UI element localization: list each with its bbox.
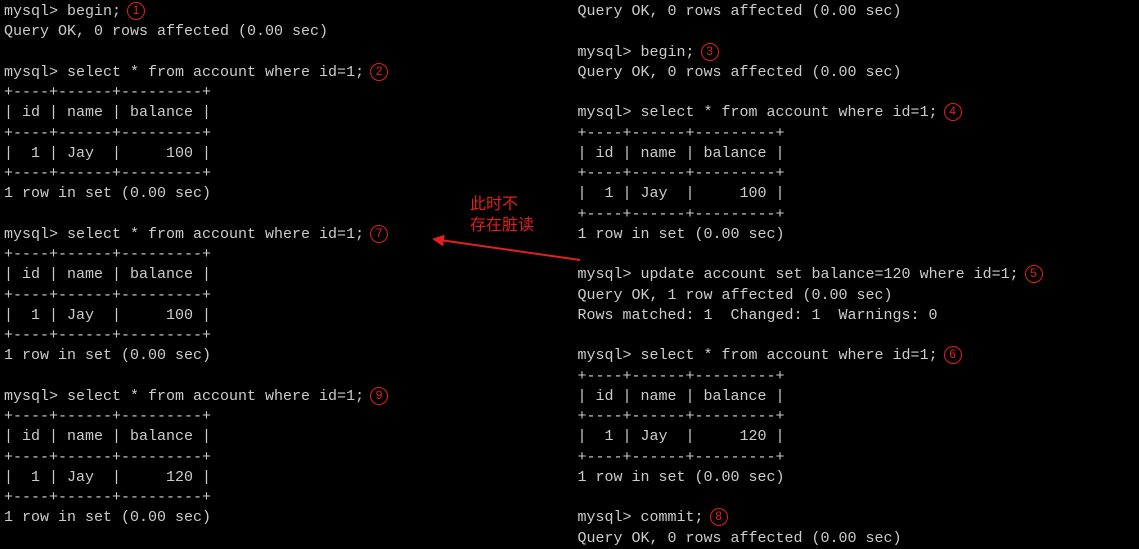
mysql-prompt: mysql> xyxy=(578,104,632,121)
left-output-line: +----+------+---------+ xyxy=(4,407,566,427)
right-output-line: 1 row in set (0.00 sec) xyxy=(578,225,1136,245)
left-output-line: | 1 | Jay | 100 | xyxy=(4,144,566,164)
right-command-line: mysql> commit; 8 xyxy=(578,508,1136,528)
right-output-line: Query OK, 0 rows affected (0.00 sec) xyxy=(578,63,1136,83)
right-output-line: 1 row in set (0.00 sec) xyxy=(578,468,1136,488)
left-output-line: Query OK, 0 rows affected (0.00 sec) xyxy=(4,22,566,42)
right-output-line: +----+------+---------+ xyxy=(578,164,1136,184)
right-blank-line xyxy=(578,22,1136,42)
step-marker-2: 2 xyxy=(370,63,388,81)
left-output-line: +----+------+---------+ xyxy=(4,286,566,306)
left-output-line: +----+------+---------+ xyxy=(4,326,566,346)
command-text: select * from account where id=1; xyxy=(632,104,938,121)
left-output-line: +----+------+---------+ xyxy=(4,245,566,265)
step-marker-1: 1 xyxy=(127,2,145,20)
left-output-line: +----+------+---------+ xyxy=(4,124,566,144)
step-marker-4: 4 xyxy=(944,103,962,121)
step-marker-8: 8 xyxy=(710,508,728,526)
command-text: select * from account where id=1; xyxy=(58,64,364,81)
left-command-line: mysql> select * from account where id=1;… xyxy=(4,387,566,407)
right-output-line: | 1 | Jay | 100 | xyxy=(578,184,1136,204)
right-output-line: Rows matched: 1 Changed: 1 Warnings: 0 xyxy=(578,306,1136,326)
right-output-line: Query OK, 1 row affected (0.00 sec) xyxy=(578,286,1136,306)
left-command-line: mysql> select * from account where id=1;… xyxy=(4,63,566,83)
left-output-line: +----+------+---------+ xyxy=(4,488,566,508)
command-text: select * from account where id=1; xyxy=(632,347,938,364)
annotation-text: 此时不 存在脏读 xyxy=(470,195,534,237)
left-output-line: +----+------+---------+ xyxy=(4,164,566,184)
command-text: select * from account where id=1; xyxy=(58,226,364,243)
right-command-line: mysql> begin; 3 xyxy=(578,43,1136,63)
left-output-line: | 1 | Jay | 120 | xyxy=(4,468,566,488)
left-output-line: | id | name | balance | xyxy=(4,265,566,285)
right-blank-line xyxy=(578,245,1136,265)
right-output-line: +----+------+---------+ xyxy=(578,367,1136,387)
terminal-left-pane[interactable]: mysql> begin; 1 Query OK, 0 rows affected … xyxy=(0,0,570,533)
left-output-line: 1 row in set (0.00 sec) xyxy=(4,346,566,366)
mysql-prompt: mysql> xyxy=(4,64,58,81)
step-marker-5: 5 xyxy=(1025,265,1043,283)
right-command-line: mysql> select * from account where id=1;… xyxy=(578,103,1136,123)
mysql-prompt: mysql> xyxy=(4,388,58,405)
command-text: update account set balance=120 where id=… xyxy=(632,266,1019,283)
mysql-prompt: mysql> xyxy=(578,44,632,61)
right-output-line: +----+------+---------+ xyxy=(578,205,1136,225)
step-marker-6: 6 xyxy=(944,346,962,364)
left-blank-line xyxy=(4,367,566,387)
right-blank-line xyxy=(578,488,1136,508)
mysql-prompt: mysql> xyxy=(578,509,632,526)
right-output-line: +----+------+---------+ xyxy=(578,407,1136,427)
command-text: select * from account where id=1; xyxy=(58,388,364,405)
right-blank-line xyxy=(578,83,1136,103)
command-text: commit; xyxy=(632,509,704,526)
mysql-prompt: mysql> xyxy=(578,266,632,283)
left-output-line: | id | name | balance | xyxy=(4,103,566,123)
right-command-line: mysql> select * from account where id=1;… xyxy=(578,346,1136,366)
right-output-line: +----+------+---------+ xyxy=(578,124,1136,144)
mysql-prompt: mysql> xyxy=(4,226,58,243)
step-marker-7: 7 xyxy=(370,225,388,243)
right-command-line: mysql> update account set balance=120 wh… xyxy=(578,265,1136,285)
right-output-line: +----+------+---------+ xyxy=(578,448,1136,468)
left-output-line: +----+------+---------+ xyxy=(4,448,566,468)
terminal-right-pane[interactable]: Query OK, 0 rows affected (0.00 sec) mys… xyxy=(570,0,1139,533)
left-output-line: 1 row in set (0.00 sec) xyxy=(4,508,566,528)
command-text: begin; xyxy=(632,44,695,61)
left-output-line: | 1 | Jay | 100 | xyxy=(4,306,566,326)
left-command-line: mysql> begin; 1 xyxy=(4,2,566,22)
left-output-line: +----+------+---------+ xyxy=(4,83,566,103)
right-blank-line xyxy=(578,326,1136,346)
mysql-prompt: mysql> xyxy=(4,3,58,20)
step-marker-3: 3 xyxy=(701,43,719,61)
mysql-prompt: mysql> xyxy=(578,347,632,364)
right-output-line: Query OK, 0 rows affected (0.00 sec) xyxy=(578,2,1136,22)
left-output-line: | id | name | balance | xyxy=(4,427,566,447)
left-blank-line xyxy=(4,43,566,63)
right-output-line: Query OK, 0 rows affected (0.00 sec) xyxy=(578,529,1136,549)
right-output-line: | id | name | balance | xyxy=(578,387,1136,407)
right-output-line: | id | name | balance | xyxy=(578,144,1136,164)
step-marker-9: 9 xyxy=(370,387,388,405)
right-output-line: | 1 | Jay | 120 | xyxy=(578,427,1136,447)
command-text: begin; xyxy=(58,3,121,20)
